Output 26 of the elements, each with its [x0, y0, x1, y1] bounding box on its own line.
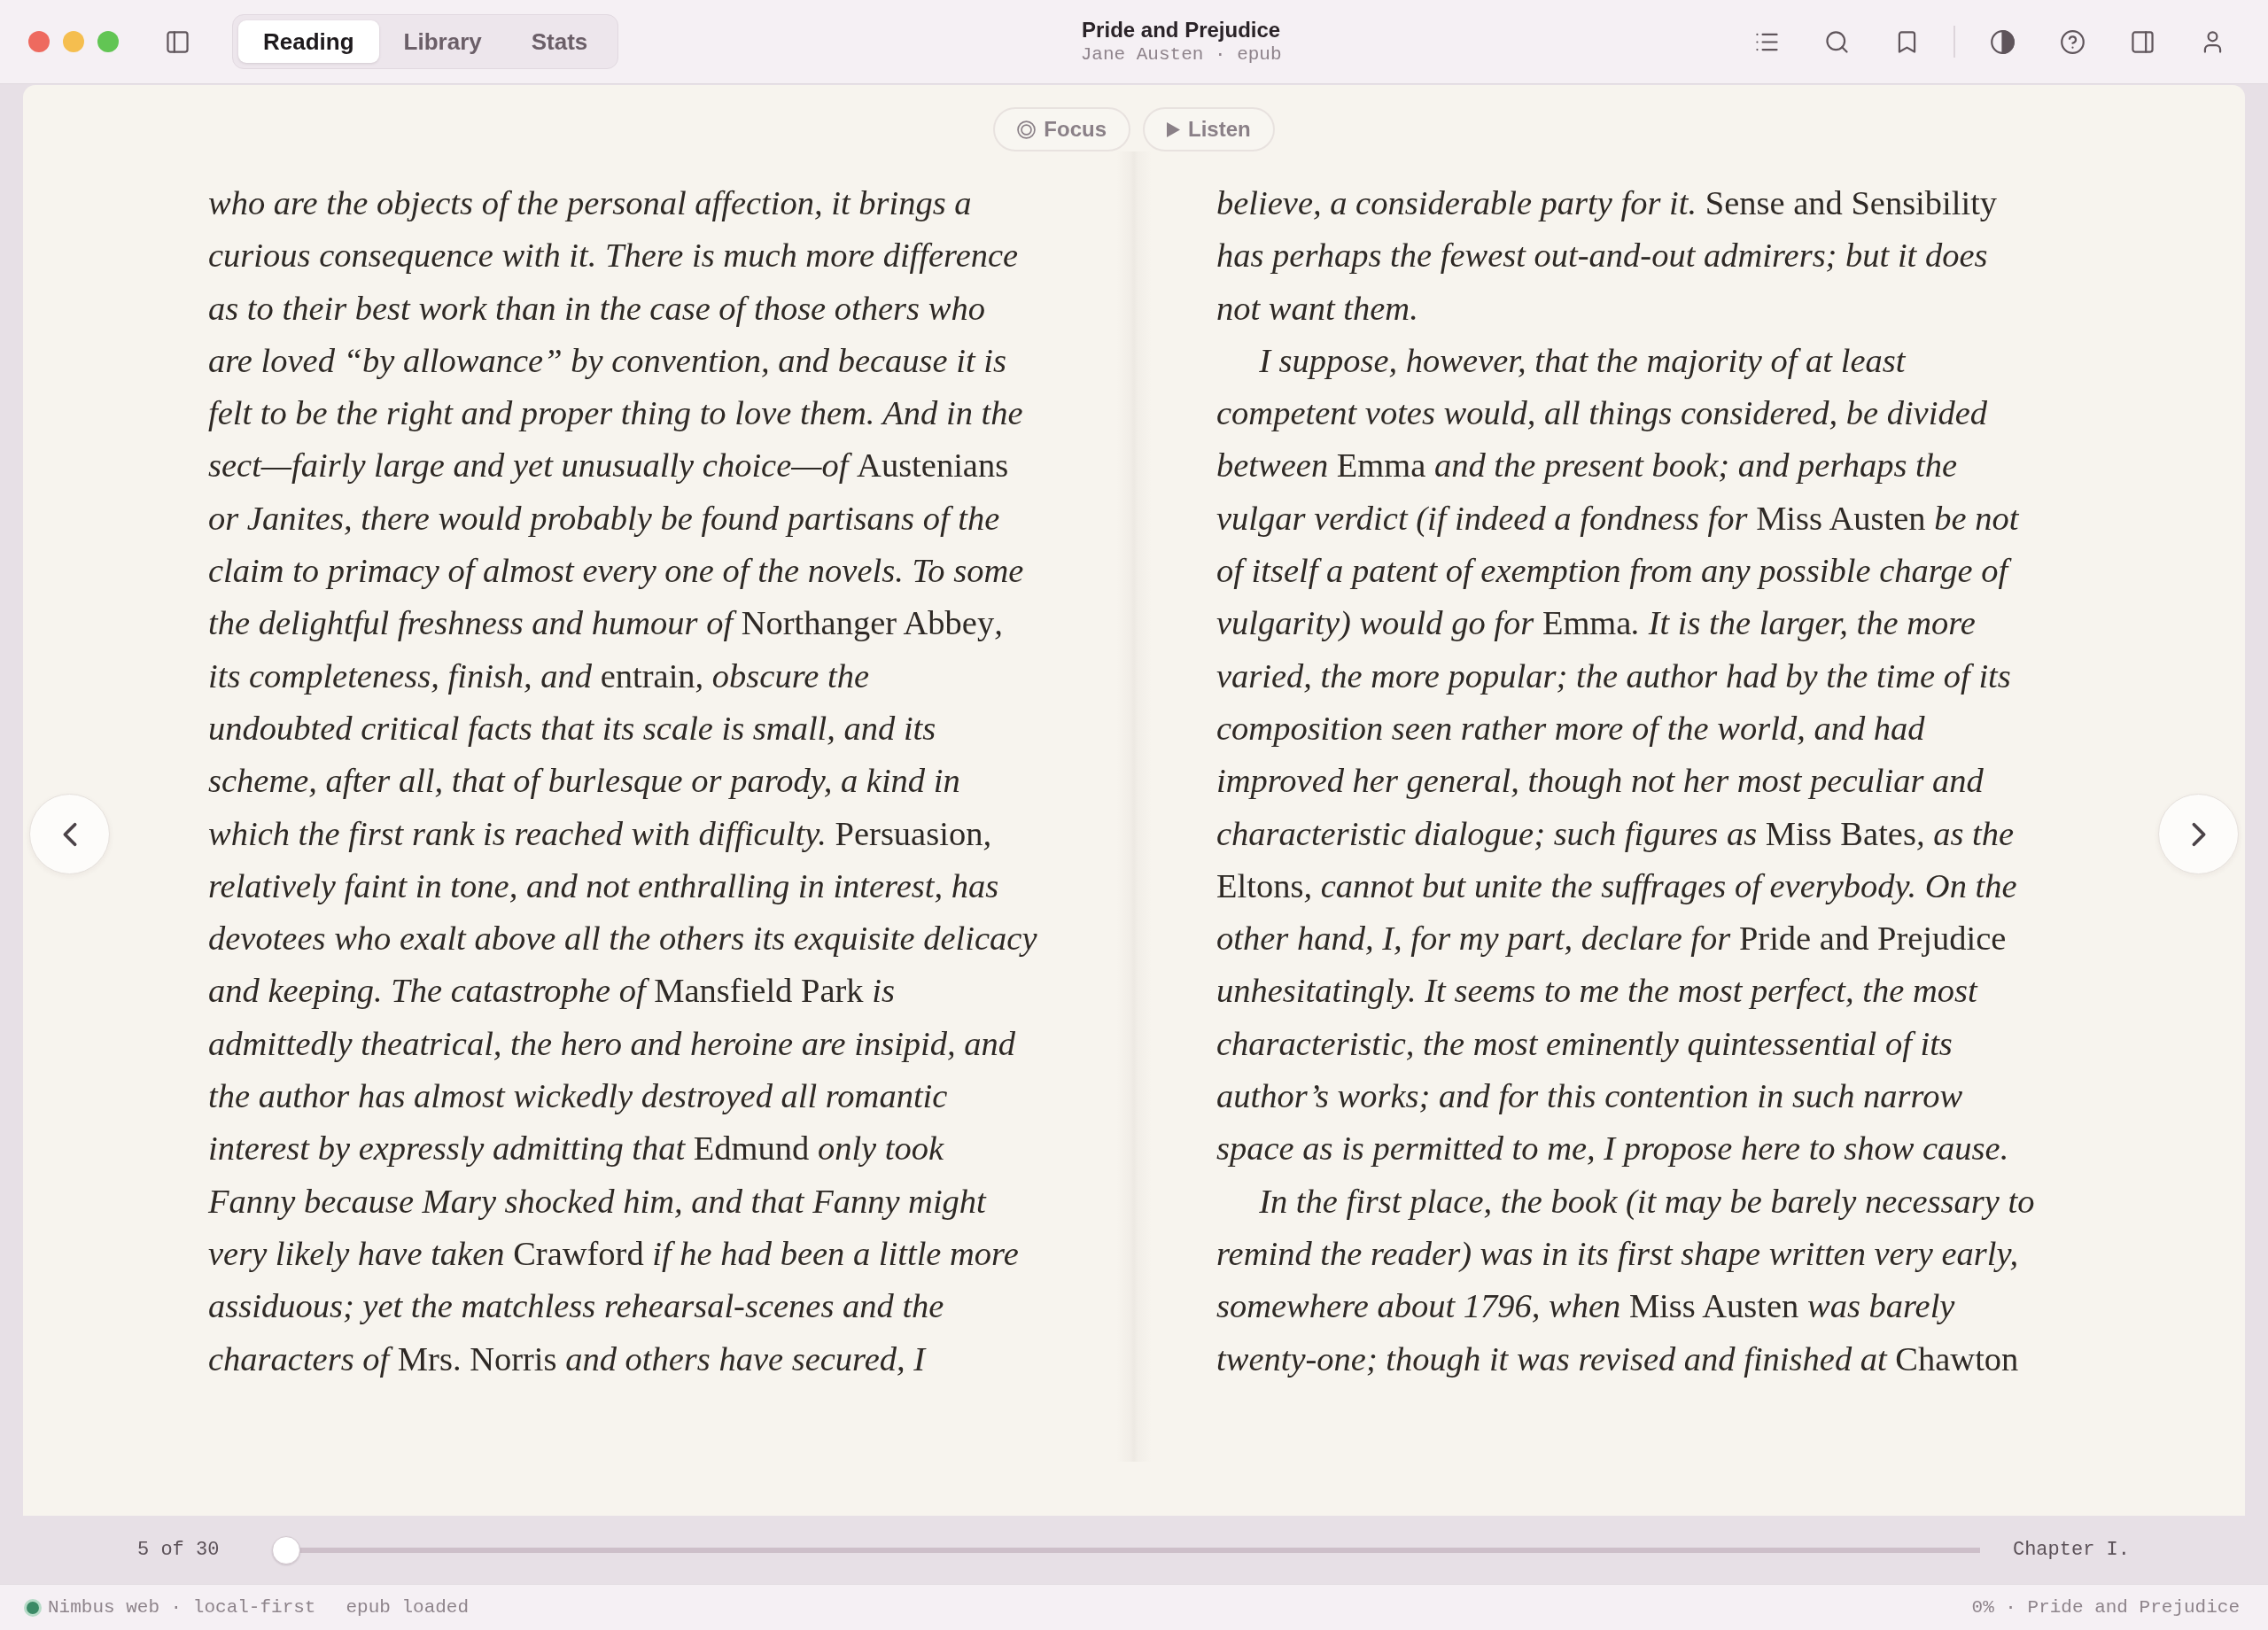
body-paragraph: In the first place, the book (it may be barely necessary to remind the reader) was in its first shape written very early, somewhere about 1796, when Miss Austen was barely twenty-one; though it was revised and finished at Chawton	[1216, 1181, 2036, 1379]
chapter-label: Chapter I.	[2012, 1539, 2130, 1561]
body-paragraph: I suppose, however, that the majority of at least competent votes would, all things considered, be divided between Emma and the present book; and perhaps the vulgar verdict (if indeed a fondness for Miss Austen be not of itself a patent of exemption from any possible charge of vulgarity) would go for Emma. It is the larger, the more varied, the more popular; the author had by the time of its composition seen rather more of the world, and had improved her general, though not her most peculiar and characteristic dialogue; such figures as Miss Bates, as the Eltons, cannot but unite the suffrages of everybody. On the other hand, I, for my part, declare for Pride and Prejudice unhesitatingly. It seems to me the most perfect, the most characteristic, the most eminently quintessential of its author’s works; and for this contention in such narrow space as is permitted to me, I propose here to show cause.	[1216, 340, 2020, 1169]
focus-button[interactable]: Focus	[993, 107, 1130, 151]
body-paragraph: who are the objects of the personal affection, it brings a curious consequence with it. There is much more difference as to their best work than in the case of those others who are loved “by allowance” by convention, and because it is felt to be the right and proper thing to love them. And in the sect—fairly large and yet unusually choice—of Austenians or Janites, there would probably be found partisans of the claim to primacy of almost every one of the novels. To some the delightful freshness and humour of Northanger Abbey, its completeness, finish, and entrain, obscure the undoubted critical facts that its scale is small, and its scheme, after all, that of burlesque or parody, a kind in which the first rank is reached with difficulty. Persuasion, relatively faint in tone, and not enthralling in interest, has devotees who exalt above all the others its exquisite delicacy and keeping. The catastrophe of Mansfield Park is admittedly theatrical, the hero and heroine are insipid, and the author has almost wickedly destroyed all romantic interest by expressly admitting that Edmund only took Fanny because Mary shocked him, and that Fanny might very likely have taken Crawford if he had been a little more assiduous; yet the matchless rehearsal-scenes and the characters of Mrs. Norris and others have secured, I	[208, 183, 1038, 1379]
concentric-circles-icon	[1017, 120, 1037, 139]
help-icon[interactable]	[2060, 29, 2085, 54]
sidebar-toggle-icon[interactable]	[165, 29, 190, 54]
page-position: 5 of 30	[137, 1539, 220, 1561]
body-paragraph: believe, a considerable party for it. Sense and Sensibility has perhaps the fewest out-and-out admirers; but it does not want them.	[1216, 183, 1999, 329]
status-text: Nimbus web · local-first	[48, 1597, 316, 1618]
view-tab[interactable]: Reading	[238, 20, 379, 63]
play-icon	[1167, 121, 1180, 137]
view-tab[interactable]: Stats	[506, 20, 613, 63]
right-panel-icon[interactable]	[2130, 29, 2155, 54]
slider-thumb[interactable]	[272, 1535, 301, 1564]
contrast-icon[interactable]	[1990, 29, 2015, 54]
listen-button[interactable]: Listen	[1143, 107, 1275, 151]
window-title: Pride and Prejudice	[1082, 17, 1281, 43]
book-progress-text: 0% · Pride and Prejudice	[1971, 1597, 2240, 1618]
search-icon[interactable]	[1824, 29, 1849, 54]
window-subtitle: Jane Austen · epub	[1080, 43, 1282, 66]
status-text: epub loaded	[346, 1597, 470, 1618]
window-control-icon[interactable]	[28, 31, 50, 52]
view-tab[interactable]: Library	[378, 20, 507, 63]
status-dot-icon	[24, 1598, 42, 1617]
